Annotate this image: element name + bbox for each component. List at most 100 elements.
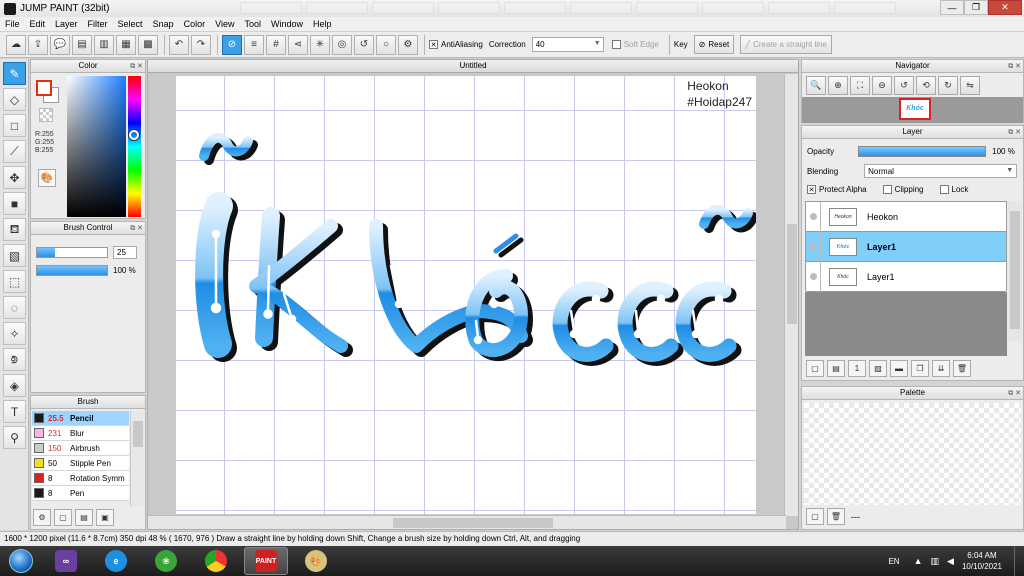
panel-pin-close-icon[interactable]: ⧉ ✕ (1008, 388, 1021, 400)
show-desktop-button[interactable] (1014, 546, 1024, 576)
bucket-tool-icon[interactable]: ⛾ (3, 218, 26, 241)
restore-button[interactable]: ❐ (964, 0, 988, 15)
language-indicator[interactable]: EN (888, 557, 899, 566)
menu-select[interactable]: Select (113, 19, 148, 29)
rectangle-select-tool-icon[interactable]: □ (3, 114, 26, 137)
protect-alpha-option[interactable]: ✕ Protect Alpha (807, 185, 867, 194)
brush-item-pencil[interactable]: 25.5 Pencil (32, 411, 129, 426)
menu-help[interactable]: Help (308, 19, 337, 29)
comment-icon[interactable]: ▤ (72, 34, 92, 55)
scrollbar-thumb[interactable] (393, 518, 553, 528)
layer-opacity-slider[interactable] (858, 146, 987, 157)
transparent-color-swatch[interactable] (39, 108, 53, 122)
tray-chevron-icon[interactable]: ▲ (914, 556, 923, 566)
hue-slider-knob[interactable] (129, 130, 139, 140)
canvas-tab[interactable]: Untitled (148, 60, 798, 73)
undo-icon[interactable]: ↶ (169, 34, 189, 55)
navigator-preview[interactable]: Khóc (802, 97, 1023, 123)
layer-row[interactable]: Heokon #Hoidap247 Heokon (806, 201, 1006, 232)
new-1bit-layer-icon[interactable]: 1 (848, 360, 866, 377)
menu-snap[interactable]: Snap (148, 19, 179, 29)
brush-item-airbrush[interactable]: 150 Airbrush (32, 441, 129, 456)
lock-checkbox[interactable] (939, 185, 949, 194)
brush-opacity-slider[interactable] (36, 265, 108, 276)
brush-save-icon[interactable]: ▣ (96, 509, 114, 526)
scrollbar-thumb[interactable] (133, 421, 143, 447)
canvas-vertical-scrollbar[interactable] (784, 74, 798, 516)
rotate-left-icon[interactable]: ↺ (894, 76, 914, 95)
move-tool-icon[interactable]: ✥ (3, 166, 26, 189)
brush-settings-icon[interactable]: ⚙ (33, 509, 51, 526)
close-button[interactable]: ✕ (988, 0, 1022, 15)
palette-swatch-grid[interactable] (804, 403, 1021, 505)
menu-view[interactable]: View (210, 19, 239, 29)
reset-button[interactable]: ⊘ Reset (693, 35, 735, 54)
antialiasing-checkbox[interactable]: ✕ (429, 40, 438, 49)
menu-file[interactable]: File (0, 19, 25, 29)
share-icon[interactable]: ⇪ (28, 34, 48, 55)
delete-palette-color-icon[interactable]: 🗑 (827, 508, 845, 525)
brush-list-scrollbar[interactable] (130, 411, 144, 506)
brush-tool-icon[interactable]: ✎ (3, 62, 26, 85)
visibility-toggle[interactable] (806, 261, 821, 292)
saturation-value-picker[interactable] (67, 76, 126, 217)
lock-option[interactable]: Lock (939, 185, 968, 194)
brush-size-value[interactable]: 25 (113, 246, 137, 259)
drawing-canvas[interactable]: Heokon #Hoidap247 (176, 76, 756, 514)
add-palette-color-icon[interactable]: ▢ (806, 508, 824, 525)
menu-layer[interactable]: Layer (50, 19, 83, 29)
zoom-out-icon[interactable]: ⊖ (872, 76, 892, 95)
correction-select[interactable]: 40 ▼ (531, 37, 604, 52)
reset-rotation-icon[interactable]: ⟲ (916, 76, 936, 95)
network-icon[interactable]: ▥ (931, 556, 940, 567)
brush-item-rotation-symmetry[interactable]: 8 Rotation Symm (32, 471, 129, 486)
clipping-checkbox[interactable] (882, 185, 892, 194)
redo-icon[interactable]: ↷ (191, 34, 211, 55)
menu-filter[interactable]: Filter (83, 19, 113, 29)
document-icon[interactable]: ▥ (94, 34, 114, 55)
chat-icon[interactable]: 💬 (50, 34, 70, 55)
new-halftone-layer-icon[interactable]: ▨ (869, 360, 887, 377)
fill-rect-tool-icon[interactable]: ■ (3, 192, 26, 215)
line-tool-icon[interactable]: ⟋ (3, 140, 26, 163)
select-tool-icon[interactable]: ⬚ (3, 270, 26, 293)
brush-item-stipple-pen[interactable]: 50 Stipple Pen (32, 456, 129, 471)
parallel-lines-icon[interactable]: ≡ (244, 34, 264, 55)
brush-menu-icon[interactable]: ▤ (75, 509, 93, 526)
new-brush-icon[interactable]: ▢ (54, 509, 72, 526)
magic-wand-tool-icon[interactable]: ✧ (3, 322, 26, 345)
concentric-circle-icon[interactable]: ◎ (332, 34, 352, 55)
menu-window[interactable]: Window (266, 19, 308, 29)
new-folder-icon[interactable]: ▬ (890, 360, 908, 377)
volume-icon[interactable]: ◀ (947, 556, 954, 567)
curve-icon[interactable]: ↺ (354, 34, 374, 55)
text-tool-icon[interactable]: T (3, 400, 26, 423)
eyedropper-tool-icon[interactable]: ⚲ (3, 426, 26, 449)
no-snap-icon[interactable]: ⊘ (222, 34, 242, 55)
fit-window-icon[interactable]: ⛶ (850, 76, 870, 95)
new-layer-icon[interactable]: ▢ (806, 360, 824, 377)
zoom-in-icon[interactable]: ⊕ (828, 76, 848, 95)
select-pen-tool-icon[interactable]: ⟄ (3, 348, 26, 371)
flip-horizontal-icon[interactable]: ⇋ (960, 76, 980, 95)
cloud-icon[interactable]: ☁ (6, 34, 26, 55)
panel-pin-close-icon[interactable]: ⧉ ✕ (1008, 61, 1021, 73)
select-eraser-tool-icon[interactable]: ◈ (3, 374, 26, 397)
visibility-toggle[interactable] (806, 231, 821, 262)
panel-pin-close-icon[interactable]: ⧉ ✕ (1008, 127, 1021, 139)
panel-pin-close-icon[interactable]: ⧉ ✕ (130, 61, 143, 73)
eraser-tool-icon[interactable]: ◇ (3, 88, 26, 111)
brush-item-blur[interactable]: 231 Blur (32, 426, 129, 441)
crosshatch-icon[interactable]: # (266, 34, 286, 55)
layer-list-scrollbar[interactable] (1008, 201, 1022, 341)
duplicate-layer-icon[interactable]: ❐ (911, 360, 929, 377)
scrollbar-thumb[interactable] (1010, 211, 1020, 329)
protect-alpha-checkbox[interactable]: ✕ (807, 185, 816, 194)
taskbar-visual-studio[interactable]: ∞ (44, 547, 88, 575)
lasso-tool-icon[interactable]: ◌ (3, 296, 26, 319)
merge-layer-icon[interactable]: ⇊ (932, 360, 950, 377)
circle-icon[interactable]: ○ (376, 34, 396, 55)
navigator-viewport[interactable]: Khóc (899, 98, 931, 120)
soft-edge-checkbox[interactable] (611, 40, 621, 49)
layer-row[interactable]: Khóc Layer1 (806, 261, 1006, 292)
